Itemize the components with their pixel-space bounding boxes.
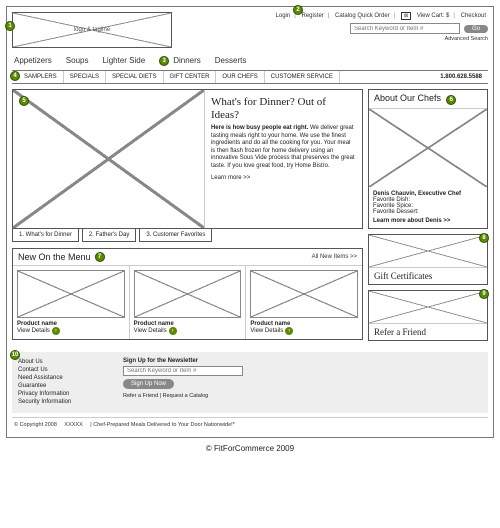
nav-soups[interactable]: Soups <box>66 55 89 66</box>
sub-nav: 4 SAMPLERS SPECIALS SPECIAL DIETS GIFT C… <box>12 70 488 84</box>
annotation-3: 3 <box>159 56 169 66</box>
gift-title: Gift Certificates <box>369 267 487 284</box>
annotation-2: 2 <box>293 5 303 15</box>
annotation-1: 1 <box>5 21 15 31</box>
checkout-link[interactable]: Checkout <box>461 13 486 19</box>
view-details-link[interactable]: View Details <box>134 328 167 334</box>
hero-title: What's for Dinner? Out of Ideas? <box>211 96 356 121</box>
nav-appetizers[interactable]: Appetizers <box>14 55 52 66</box>
arrow-icon: › <box>52 327 60 335</box>
login-link[interactable]: Login <box>276 13 291 19</box>
new-on-menu-panel: New On the Menu 7 All New Items >> Produ… <box>12 248 363 340</box>
hero-image <box>13 90 205 228</box>
nav-desserts[interactable]: Desserts <box>215 55 247 66</box>
annotation-10: 10 <box>10 350 20 360</box>
subnav-our-chefs[interactable]: OUR CHEFS <box>216 71 264 83</box>
hero-body: We deliver great tasting meals right to … <box>211 125 355 169</box>
hero-panel: 5 What's for Dinner? Out of Ideas? Here … <box>12 89 363 229</box>
nav-dinners[interactable]: Dinners <box>173 55 201 66</box>
legal-bar: © Copyright 2008 XXXXX | Chef-Prepared M… <box>12 417 488 432</box>
go-button[interactable]: Go <box>464 25 488 33</box>
tab-whats-for-dinner[interactable]: 1. What's for Dinner <box>12 228 79 242</box>
logo-label: logo & tagline <box>13 13 171 47</box>
about-chefs-box: About Our Chefs 6 Denis Chauvin, Executi… <box>368 89 488 229</box>
product-card: Product name View Details› <box>246 266 362 339</box>
view-cart-link[interactable]: View Cart: $ <box>417 13 450 19</box>
arrow-icon: › <box>169 327 177 335</box>
tab-customer-favorites[interactable]: 3. Customer Favorites <box>139 228 212 242</box>
logo-placeholder: logo & tagline <box>12 12 172 48</box>
hero-tabs: 1. What's for Dinner 2. Father's Day 3. … <box>12 228 363 242</box>
advanced-search-link[interactable]: Advanced Search <box>274 36 488 42</box>
subnav-gift-center[interactable]: GIFT CENTER <box>164 71 217 83</box>
footer-assistance[interactable]: Need Assistance <box>18 374 108 382</box>
view-details-link[interactable]: View Details <box>250 328 283 334</box>
product-card: Product name View Details› <box>130 266 247 339</box>
chef-learn-more[interactable]: Learn more about Denis >> <box>373 218 483 224</box>
rating: XXXXX <box>64 422 82 428</box>
annotation-5: 5 <box>19 96 29 106</box>
footer-privacy[interactable]: Privacy Information <box>18 390 108 398</box>
new-on-menu-title: New On the Menu <box>18 252 91 262</box>
subnav-customer-service[interactable]: CUSTOMER SERVICE <box>265 71 340 83</box>
chef-image <box>369 109 487 187</box>
subnav-special-diets[interactable]: SPECIAL DIETS <box>106 71 163 83</box>
refer-title: Refer a Friend <box>369 323 487 340</box>
footer-sublinks[interactable]: Refer a Friend | Request a Catalog <box>123 393 243 399</box>
gift-image <box>369 235 487 267</box>
nav-lighter-side[interactable]: Lighter Side <box>102 55 145 66</box>
product-image <box>134 270 242 318</box>
cart-icon[interactable]: ⊠ <box>401 12 411 20</box>
annotation-4: 4 <box>10 71 20 81</box>
refer-friend-box[interactable]: 9 Refer a Friend <box>368 290 488 341</box>
footer-guarantee[interactable]: Guarantee <box>18 382 108 390</box>
footer-security[interactable]: Security Information <box>18 398 108 406</box>
subnav-specials[interactable]: SPECIALS <box>64 71 106 83</box>
phone-number: 1.800.628.5588 <box>434 71 488 83</box>
utility-nav: Login| Register| Catalog Quick Order| ⊠ … <box>274 12 488 20</box>
hero-learn-more[interactable]: Learn more >> <box>211 175 356 181</box>
search-input[interactable] <box>350 23 460 34</box>
hero-lead: Here is how busy people eat right. <box>211 125 308 131</box>
arrow-icon: › <box>285 327 293 335</box>
footer-about[interactable]: About Us <box>18 358 108 366</box>
footer: 10 About Us Contact Us Need Assistance G… <box>12 352 488 413</box>
all-new-items-link[interactable]: All New Items >> <box>312 254 357 260</box>
annotation-8: 8 <box>479 233 489 243</box>
newsletter-title: Sign Up for the Newsletter <box>123 358 243 364</box>
signup-button[interactable]: Sign Up Now <box>123 379 174 389</box>
copyright: © Copyright 2008 <box>14 422 57 428</box>
gift-certificates-box[interactable]: 8 Gift Certificates <box>368 234 488 285</box>
about-chefs-title: About Our Chefs <box>374 93 441 103</box>
product-card: Product name View Details› <box>13 266 130 339</box>
tab-fathers-day[interactable]: 2. Father's Day <box>82 228 137 242</box>
main-nav: Appetizers Soups Lighter Side 3 Dinners … <box>14 55 488 66</box>
register-link[interactable]: Register <box>301 13 323 19</box>
quick-order-link[interactable]: Catalog Quick Order <box>335 13 390 19</box>
chef-fav-dessert: Favorite Dessert: <box>373 209 483 215</box>
annotation-9: 9 <box>479 289 489 299</box>
view-details-link[interactable]: View Details <box>17 328 50 334</box>
product-image <box>17 270 125 318</box>
image-credit: © FitForCommerce 2009 <box>0 444 500 453</box>
footer-links: About Us Contact Us Need Assistance Guar… <box>18 358 108 407</box>
refer-image <box>369 291 487 323</box>
tagline: | Chef-Prepared Meals Delivered to Your … <box>90 422 235 428</box>
product-image <box>250 270 358 318</box>
annotation-7: 7 <box>95 252 105 262</box>
footer-contact[interactable]: Contact Us <box>18 366 108 374</box>
annotation-6: 6 <box>446 95 456 105</box>
newsletter-input[interactable] <box>123 366 243 376</box>
